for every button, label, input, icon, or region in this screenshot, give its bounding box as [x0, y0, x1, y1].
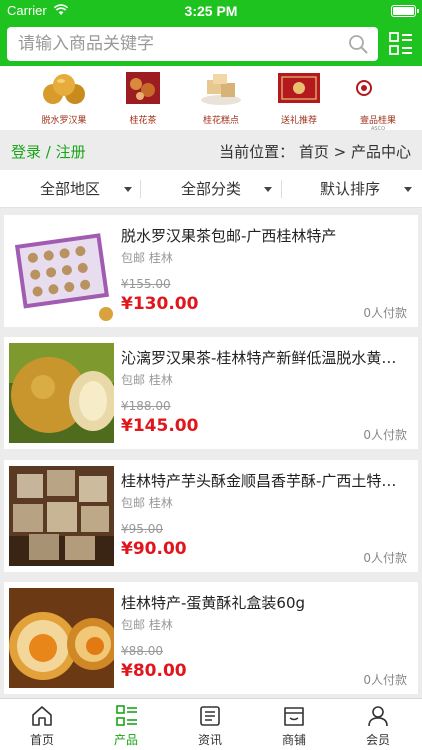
location-bar: 登录 / 注册 当前位置： 首页 > 产品中心 — [0, 130, 422, 170]
tab-home[interactable]: 首页 — [0, 699, 84, 750]
banner-title: 壹品桂果 — [359, 116, 396, 126]
product-name[interactable]: 脱水罗汉果茶包邮-广西桂林特产 — [121, 225, 411, 246]
news-icon — [200, 706, 220, 726]
tab-label: 商铺 — [281, 733, 306, 747]
paid-count: 0人付款 — [363, 306, 407, 320]
osmanthus-tea-image — [126, 72, 160, 104]
original-price: ¥88.00 — [121, 644, 163, 658]
sale-price: ¥90.00 — [121, 539, 187, 559]
banner-item-gift[interactable]: 送礼推荐 — [264, 70, 334, 126]
search-icon[interactable] — [348, 34, 368, 54]
banner-item-brand[interactable]: 壹品桂果 ASCO — [342, 70, 414, 132]
filter-label: 默认排序 — [320, 180, 381, 198]
caret-down-icon — [404, 187, 412, 192]
status-bar: Carrier 3:25 PM — [0, 0, 422, 22]
banner-item-osmanthus-cake[interactable]: 桂花糕点 — [186, 70, 256, 126]
paid-count: 0人付款 — [363, 673, 407, 687]
product-shipping: 包邮 桂林 — [121, 618, 173, 632]
bottom-tab-bar: 首页 产品 资讯 商铺 会员 — [0, 698, 422, 750]
login-separator: / — [45, 143, 51, 161]
gift-box-image — [278, 73, 320, 103]
filter-bar: 全部地区 全部分类 默认排序 — [0, 170, 422, 208]
search-box[interactable] — [7, 27, 378, 61]
product-name[interactable]: 桂林特产-蛋黄酥礼盒装60g — [121, 592, 411, 613]
osmanthus-cake-image — [201, 74, 241, 105]
caret-down-icon — [124, 187, 132, 192]
product-card[interactable]: 桂林特产芋头酥金顺昌香芋酥-广西土特产零食 包邮 桂林 ¥95.00 ¥90.0… — [4, 460, 418, 572]
home-icon — [32, 706, 52, 726]
tab-store[interactable]: 商铺 — [252, 699, 336, 750]
products-icon — [116, 705, 137, 726]
search-header — [0, 22, 422, 66]
product-image — [9, 343, 114, 443]
product-shipping: 包邮 桂林 — [121, 496, 173, 510]
product-image — [9, 466, 114, 566]
tab-news[interactable]: 资讯 — [168, 699, 252, 750]
original-price: ¥155.00 — [121, 277, 171, 291]
luohanguo-image — [43, 74, 85, 104]
original-price: ¥95.00 — [121, 522, 163, 536]
login-register: 登录 / 注册 — [11, 141, 86, 162]
banner-title: 脱水罗汉果 — [41, 116, 87, 126]
filter-label: 全部分类 — [181, 180, 242, 198]
product-name[interactable]: 桂林特产芋头酥金顺昌香芋酥-广西土特产零食 — [121, 470, 411, 491]
product-shipping: 包邮 桂林 — [121, 373, 173, 387]
paid-count: 0人付款 — [363, 428, 407, 442]
sale-price: ¥80.00 — [121, 661, 187, 681]
battery-icon — [391, 5, 419, 17]
product-card[interactable]: 沁漓罗汉果茶-桂林特产新鲜低温脱水黄金罗汉果 包邮 桂林 ¥188.00 ¥14… — [4, 337, 418, 449]
product-image — [9, 588, 114, 688]
product-shipping: 包邮 桂林 — [121, 251, 173, 265]
banner-item-osmanthus-tea[interactable]: 桂花茶 — [108, 70, 178, 126]
member-icon — [368, 706, 388, 727]
clock: 3:25 PM — [184, 3, 238, 19]
banner-title: 送礼推荐 — [280, 116, 317, 126]
brand-logo-image — [356, 80, 372, 96]
register-link[interactable]: 注册 — [56, 143, 86, 161]
tab-label: 会员 — [365, 733, 390, 747]
product-card[interactable]: 脱水罗汉果茶包邮-广西桂林特产 包邮 桂林 ¥155.00 ¥130.00 0人… — [4, 215, 418, 327]
product-name[interactable]: 沁漓罗汉果茶-桂林特产新鲜低温脱水黄金罗汉果 — [121, 347, 411, 368]
login-link[interactable]: 登录 — [11, 143, 41, 161]
category-banner: 脱水罗汉果 桂花茶 桂花糕点 送礼推荐 壹品桂果 ASCO — [0, 66, 422, 132]
tab-products[interactable]: 产品 — [84, 699, 168, 750]
banner-title: 桂花糕点 — [202, 116, 239, 126]
category-menu-icon[interactable] — [389, 31, 413, 57]
tab-label: 产品 — [113, 733, 138, 747]
sale-price: ¥130.00 — [121, 294, 199, 314]
tab-member[interactable]: 会员 — [336, 699, 420, 750]
filter-sort[interactable]: 默认排序 — [282, 170, 422, 208]
banner-item-luohanguo[interactable]: 脱水罗汉果 — [29, 70, 99, 126]
paid-count: 0人付款 — [363, 551, 407, 565]
filter-category[interactable]: 全部分类 — [141, 170, 281, 208]
filter-region[interactable]: 全部地区 — [0, 170, 140, 208]
original-price: ¥188.00 — [121, 399, 171, 413]
store-icon — [284, 707, 304, 726]
tab-label: 首页 — [29, 733, 54, 747]
search-input[interactable] — [18, 27, 338, 61]
banner-title: 桂花茶 — [129, 116, 157, 126]
product-card[interactable]: 桂林特产-蛋黄酥礼盒装60g 包邮 桂林 ¥88.00 ¥80.00 0人付款 — [4, 582, 418, 694]
tab-label: 资讯 — [197, 733, 222, 747]
breadcrumb: 当前位置： 首页 > 产品中心 — [219, 143, 411, 161]
caret-down-icon — [264, 187, 272, 192]
product-image — [9, 221, 114, 321]
filter-label: 全部地区 — [40, 180, 101, 198]
sale-price: ¥145.00 — [121, 416, 199, 436]
